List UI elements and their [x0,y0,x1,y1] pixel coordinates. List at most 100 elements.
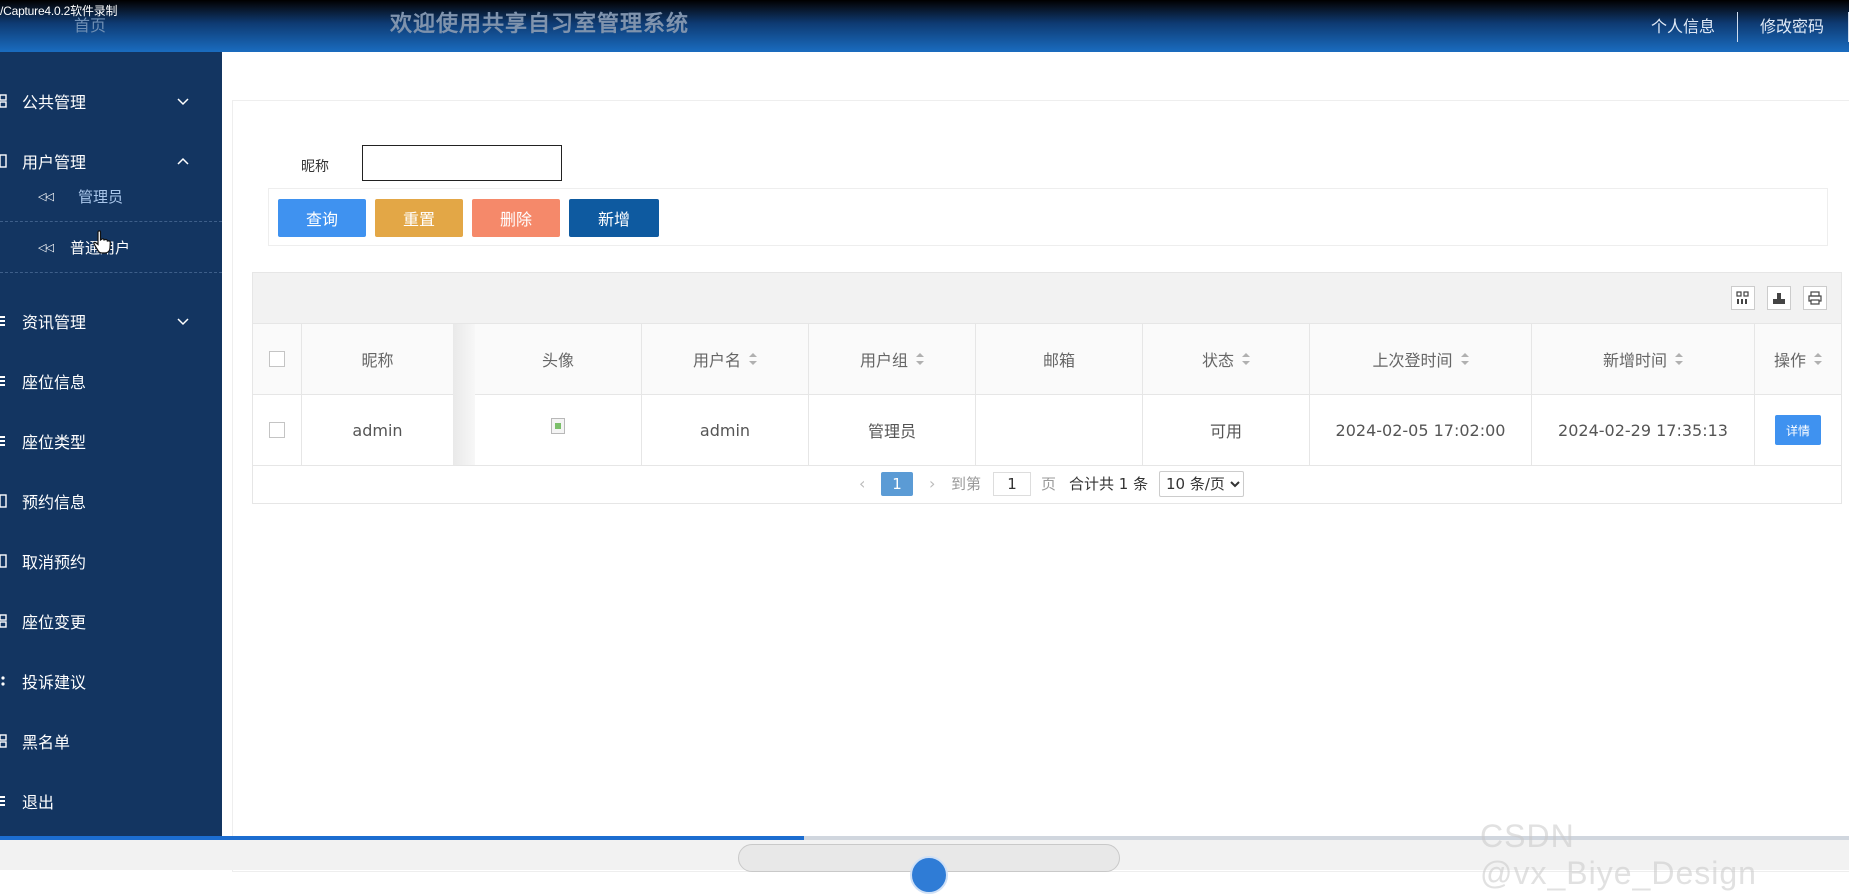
sort-icon[interactable] [916,353,924,365]
sidebar-item-complaints[interactable]: 投诉建议 [0,661,222,701]
sidebar-item-label: 座位信息 [22,373,87,392]
double-arrow-left-icon: ◁◁ [38,240,54,254]
sidebar-item-label: 黑名单 [22,733,71,752]
select-all-checkbox[interactable] [269,351,285,367]
export-button[interactable] [1767,286,1791,310]
home-link[interactable]: 首页 [74,12,106,36]
grid-icon [0,734,7,748]
add-button[interactable]: 新增 [569,199,659,237]
sidebar-item-seat-type[interactable]: 座位类型 [0,421,222,461]
total-count: 合计共 1 条 [1069,475,1149,493]
columns-filter-button[interactable] [1731,286,1755,310]
double-arrow-left-icon: ◁◁ [38,189,54,203]
sidebar-subitem-admin[interactable]: ◁◁ 管理员 [0,171,222,222]
column-header-label: 用户组 [859,351,908,370]
column-header-label: 状态 [1201,351,1234,370]
goto-page-input[interactable] [993,472,1031,496]
data-table: 昵称 头像 用户名 用户组 邮箱 状态 上次登时间 新增时间 操作 admin … [252,272,1842,504]
nickname-label: 昵称 [301,159,329,175]
column-header-label: 邮箱 [1042,351,1075,370]
dots-icon [1,676,5,686]
bookmark-icon [0,554,7,568]
column-header-label: 用户名 [692,351,741,370]
list-icon [0,436,5,446]
sidebar-item-label: 预约信息 [22,493,87,512]
column-header-sortable[interactable]: 操作 [1755,324,1841,394]
current-page-button[interactable]: 1 [881,472,913,496]
column-header[interactable]: 昵称 [302,324,453,394]
row-checkbox[interactable] [269,422,285,438]
column-header-sortable[interactable]: 上次登时间 [1310,324,1532,394]
top-header: /Capture4.0.2软件录制 首页 欢迎使用共享自习室管理系统 个人信息 … [0,0,1849,52]
delete-button[interactable]: 删除 [472,199,560,237]
reset-button[interactable]: 重置 [375,199,463,237]
print-icon [1808,291,1822,305]
sort-icon[interactable] [1675,353,1683,365]
row-select-cell [253,395,302,465]
chevron-down-icon [177,98,189,106]
user-icon [0,154,7,168]
grid-icon [0,614,7,628]
column-header-label: 昵称 [361,351,394,370]
sidebar-item-label: 座位变更 [22,613,87,632]
broken-image-icon [551,418,565,434]
bookmark-icon [0,494,7,508]
print-button[interactable] [1803,286,1827,310]
list-icon [0,796,5,806]
sidebar-item-label: 座位类型 [22,433,87,452]
fixed-column-shadow [453,324,475,465]
sort-icon[interactable] [1460,353,1469,365]
list-icon [0,376,5,386]
prev-page-button[interactable]: ‹ [859,472,865,496]
sidebar-item-public[interactable]: 公共管理 [0,81,222,121]
sidebar-item-reservation[interactable]: 预约信息 [0,481,222,521]
sidebar-item-label: 退出 [22,793,55,812]
sidebar-item-seat-info[interactable]: 座位信息 [0,361,222,401]
sidebar-item-seat-change[interactable]: 座位变更 [0,601,222,641]
query-button[interactable]: 查询 [278,199,366,237]
sidebar: 公共管理 用户管理 ◁◁ 管理员 ◁◁ 普通用户 资讯管理 座位信息 座位类型 … [0,52,222,870]
chevron-up-icon [177,157,189,165]
sidebar-item-news[interactable]: 资讯管理 [0,301,222,341]
cell-nickname: admin [352,420,403,440]
export-icon [1773,293,1785,304]
list-icon [0,316,5,326]
play-button[interactable] [910,856,948,894]
next-page-button[interactable]: › [929,472,935,496]
sidebar-item-cancel-reservation[interactable]: 取消预约 [0,541,222,581]
column-header-sortable[interactable]: 新增时间 [1532,324,1755,394]
cell-last-login: 2024-02-05 17:02:00 [1310,395,1532,465]
cell-username: admin [642,395,809,465]
sidebar-item-blacklist[interactable]: 黑名单 [0,721,222,761]
columns-icon [1736,291,1749,304]
watermark: CSDN @vx_Biye_Design [1480,818,1757,891]
sidebar-item-logout[interactable]: 退出 [0,781,222,821]
change-password-link[interactable]: 修改密码 [1736,12,1849,42]
table-row: admin admin 管理员 可用 2024-02-05 17:02:00 2… [253,395,1841,466]
sidebar-item-label: 投诉建议 [22,673,87,692]
profile-link[interactable]: 个人信息 [1629,12,1737,42]
table-toolbar [253,273,1841,324]
sidebar-item-label: 取消预约 [22,553,87,572]
column-header-sortable[interactable]: 用户名 [642,324,809,394]
sort-icon[interactable] [1242,353,1250,365]
detail-button[interactable]: 详情 [1775,415,1821,445]
page-title: 欢迎使用共享自习室管理系统 [390,12,690,37]
page-label: 页 [1041,475,1057,493]
cell-avatar [475,395,642,465]
column-header-sortable[interactable]: 用户组 [809,324,976,394]
column-header-label: 操作 [1773,351,1806,370]
header-links: 个人信息 修改密码 [1629,12,1849,42]
column-header-label: 上次登时间 [1372,351,1453,370]
cell-actions: 详情 [1755,395,1841,465]
select-all-cell [253,324,302,394]
sidebar-item-label: 用户管理 [22,153,87,172]
page-size-select[interactable]: 10 条/页 [1159,471,1244,497]
column-header: 邮箱 [976,324,1143,394]
sort-icon[interactable] [1814,353,1822,365]
cell-email [976,395,1143,465]
sort-icon[interactable] [749,353,757,365]
cell-status: 可用 [1143,395,1310,465]
column-header-sortable[interactable]: 状态 [1143,324,1310,394]
nickname-input[interactable] [362,145,562,181]
